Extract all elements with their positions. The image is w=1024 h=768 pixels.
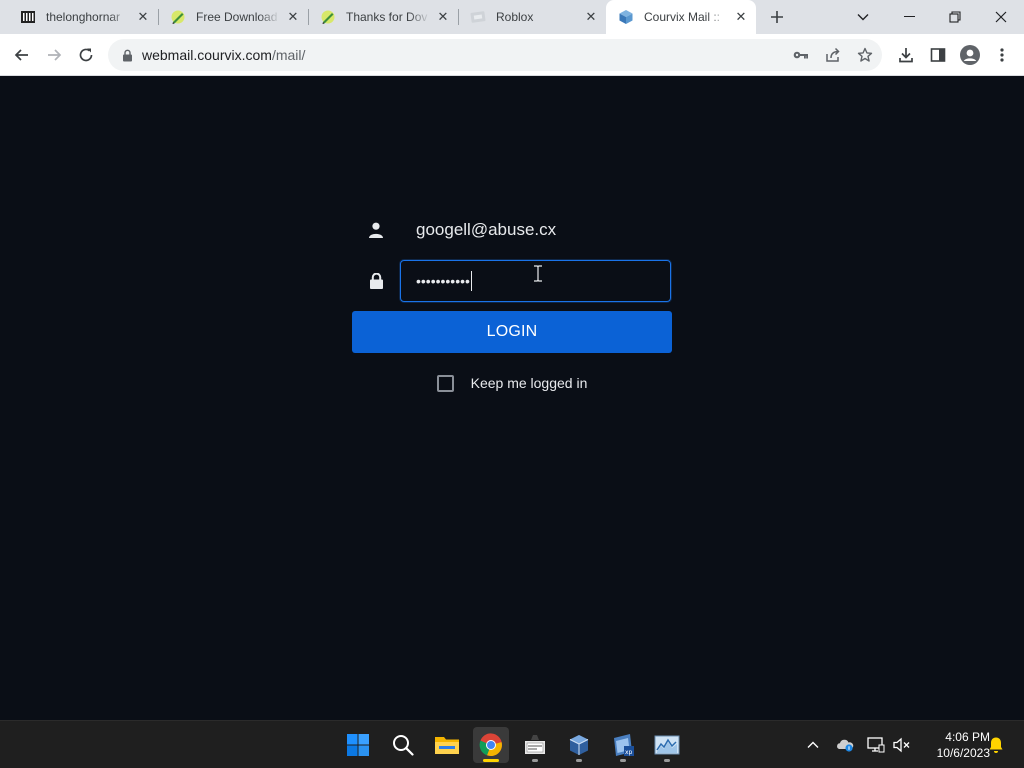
login-page: googell@abuse.cx ••••••••••• LOGIN Keep … xyxy=(0,77,1024,720)
chevron-down-icon xyxy=(857,14,869,21)
keep-logged-in[interactable]: Keep me logged in xyxy=(352,373,672,393)
login-form: googell@abuse.cx ••••••••••• LOGIN Keep … xyxy=(352,209,672,393)
notification-bell-icon[interactable] xyxy=(986,735,1006,755)
back-button[interactable] xyxy=(9,42,35,68)
minimize-button[interactable] xyxy=(886,0,932,34)
reload-icon xyxy=(79,48,93,62)
username-field[interactable]: googell@abuse.cx xyxy=(400,209,671,251)
side-panel-icon xyxy=(930,48,946,62)
close-icon[interactable]: ✕ xyxy=(436,9,450,24)
taskbar: xp 4:06 PM 10/6/2023 xyxy=(0,720,1024,768)
arrow-left-icon xyxy=(14,49,28,61)
pencil-icon xyxy=(320,9,336,25)
running-indicator xyxy=(620,759,626,762)
active-indicator xyxy=(483,759,499,762)
cube-icon xyxy=(618,9,634,25)
more-vert-icon xyxy=(1000,48,1004,62)
profile-button[interactable] xyxy=(957,42,983,68)
clock-time: 4:06 PM xyxy=(945,730,990,744)
chrome-icon[interactable] xyxy=(473,727,509,763)
chevron-up-icon[interactable] xyxy=(803,735,823,755)
tab-courvix-mail[interactable]: Courvix Mail :: ✕ xyxy=(606,0,756,34)
url-path: /mail/ xyxy=(271,47,306,63)
tab-title: Roblox xyxy=(496,10,534,24)
reload-button[interactable] xyxy=(73,42,99,68)
user-icon xyxy=(368,221,384,239)
restore-button[interactable] xyxy=(932,0,978,34)
system-clock[interactable]: 4:06 PM 10/6/2023 xyxy=(918,729,990,761)
keep-logged-in-checkbox[interactable] xyxy=(436,374,454,392)
volume-muted-icon[interactable] xyxy=(892,735,912,755)
tab-title: Free Download xyxy=(196,10,278,24)
close-icon[interactable]: ✕ xyxy=(136,9,150,24)
running-indicator xyxy=(576,759,582,762)
text-cursor-icon xyxy=(534,265,542,282)
browser-toolbar: webmail.courvix.com/mail/ xyxy=(0,34,1024,76)
close-icon[interactable]: ✕ xyxy=(584,9,598,24)
virtualbox-icon[interactable] xyxy=(561,727,597,763)
book-icon xyxy=(20,9,36,25)
lock-icon[interactable] xyxy=(120,48,134,62)
arrow-right-icon xyxy=(48,49,62,61)
network-icon[interactable] xyxy=(866,735,886,755)
close-icon[interactable]: ✕ xyxy=(286,9,300,24)
running-indicator xyxy=(532,759,538,762)
text-caret xyxy=(470,271,472,291)
password-value: ••••••••••• xyxy=(416,273,470,289)
windows-start-icon[interactable] xyxy=(340,727,376,763)
new-tab-button[interactable] xyxy=(766,6,788,28)
tab-free-download[interactable]: Free Download ✕ xyxy=(158,0,308,34)
tab-title: thelonghornar xyxy=(46,10,121,24)
clock-date: 10/6/2023 xyxy=(936,746,990,760)
file-explorer-icon[interactable] xyxy=(429,727,465,763)
tab-roblox[interactable]: Roblox ✕ xyxy=(458,0,606,34)
winxp-app-icon[interactable]: xp xyxy=(605,727,641,763)
url-host: webmail.courvix.com xyxy=(142,47,272,63)
tab-title: Courvix Mail :: xyxy=(644,10,721,24)
lock-icon xyxy=(368,272,384,290)
star-icon[interactable] xyxy=(856,46,874,64)
download-icon xyxy=(899,48,913,63)
login-button[interactable]: LOGIN xyxy=(352,311,672,353)
onedrive-icon[interactable] xyxy=(835,735,855,755)
pencil-icon xyxy=(170,9,186,25)
side-panel-button[interactable] xyxy=(925,42,951,68)
search-icon[interactable] xyxy=(385,727,421,763)
username-value: googell@abuse.cx xyxy=(416,220,557,239)
tab-strip: thelonghornar ✕ Free Download ✕ Thanks f… xyxy=(0,0,1024,34)
address-bar[interactable]: webmail.courvix.com/mail/ xyxy=(108,39,882,71)
forward-button[interactable] xyxy=(41,42,67,68)
key-icon[interactable] xyxy=(792,46,810,64)
keep-logged-in-label[interactable]: Keep me logged in xyxy=(471,375,588,391)
running-indicator xyxy=(664,759,670,762)
app-icon[interactable] xyxy=(517,727,553,763)
svg-text:xp: xp xyxy=(625,749,633,756)
task-manager-icon[interactable] xyxy=(649,727,685,763)
close-icon[interactable]: ✕ xyxy=(734,9,748,24)
tab-search-button[interactable] xyxy=(840,0,886,34)
tab-thanks-for-download[interactable]: Thanks for Dov ✕ xyxy=(308,0,458,34)
roblox-icon xyxy=(470,9,486,25)
username-row: googell@abuse.cx xyxy=(352,209,672,251)
download-button[interactable] xyxy=(893,42,919,68)
share-icon[interactable] xyxy=(824,46,842,64)
close-window-button[interactable] xyxy=(978,0,1024,34)
password-row: ••••••••••• xyxy=(352,260,672,302)
tab-thelonghornar[interactable]: thelonghornar ✕ xyxy=(8,0,158,34)
url-text: webmail.courvix.com/mail/ xyxy=(142,47,305,63)
tab-title: Thanks for Dov xyxy=(346,10,428,24)
avatar-icon xyxy=(960,45,980,65)
chrome-menu-button[interactable] xyxy=(989,42,1015,68)
